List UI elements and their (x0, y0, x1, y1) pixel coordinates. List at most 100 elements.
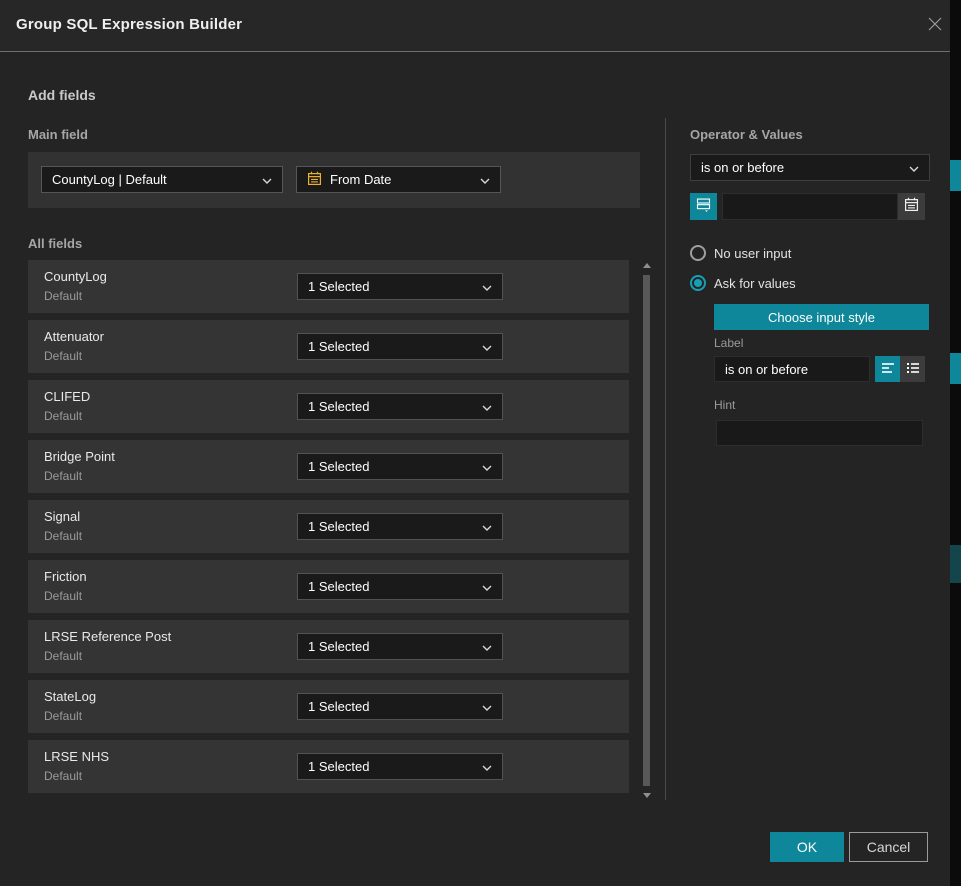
field-row: StateLog Default 1 Selected (28, 680, 629, 733)
field-subtitle: Default (44, 769, 82, 783)
radio-option[interactable]: No user input (690, 245, 940, 275)
chevron-down-icon (482, 279, 492, 294)
value-input[interactable] (722, 193, 898, 220)
field-row: Attenuator Default 1 Selected (28, 320, 629, 373)
choose-input-style-button[interactable]: Choose input style (714, 304, 929, 330)
field-subtitle: Default (44, 349, 82, 363)
field-row: Signal Default 1 Selected (28, 500, 629, 553)
ok-button[interactable]: OK (770, 832, 844, 862)
chevron-down-icon (482, 699, 492, 714)
close-button[interactable] (923, 14, 947, 38)
field-selected-value: 1 Selected (308, 759, 369, 774)
field-name: CLIFED (44, 389, 90, 404)
background-accent-segment (950, 353, 961, 384)
field-row: LRSE NHS Default 1 Selected (28, 740, 629, 793)
operator-values-heading: Operator & Values (690, 127, 803, 142)
chevron-down-icon (482, 579, 492, 594)
field-selected-dropdown[interactable]: 1 Selected (297, 453, 503, 480)
list-icon (906, 362, 920, 377)
field-subtitle: Default (44, 649, 82, 663)
group-sql-expression-builder-dialog: Group SQL Expression Builder Add fields … (0, 0, 950, 886)
field-selected-dropdown[interactable]: 1 Selected (297, 753, 503, 780)
field-row: Bridge Point Default 1 Selected (28, 440, 629, 493)
main-field-dropdown[interactable]: From Date (296, 166, 501, 193)
close-icon (926, 15, 944, 38)
field-selected-dropdown[interactable]: 1 Selected (297, 333, 503, 360)
add-fields-heading: Add fields (28, 87, 96, 103)
field-selected-dropdown[interactable]: 1 Selected (297, 633, 503, 660)
field-subtitle: Default (44, 409, 82, 423)
hint-input[interactable] (716, 420, 923, 446)
field-selected-value: 1 Selected (308, 459, 369, 474)
chevron-down-icon (482, 339, 492, 354)
field-selected-value: 1 Selected (308, 519, 369, 534)
calendar-icon (307, 171, 322, 189)
dialog-header: Group SQL Expression Builder (0, 0, 950, 52)
field-name: LRSE Reference Post (44, 629, 171, 644)
field-name: LRSE NHS (44, 749, 109, 764)
chevron-down-icon (482, 519, 492, 534)
field-selected-value: 1 Selected (308, 639, 369, 654)
field-subtitle: Default (44, 289, 82, 303)
chevron-down-icon (909, 160, 919, 175)
field-selected-value: 1 Selected (308, 579, 369, 594)
field-selected-dropdown[interactable]: 1 Selected (297, 573, 503, 600)
all-fields-list: CountyLog Default 1 Selected Attenuator … (28, 260, 629, 800)
field-selected-value: 1 Selected (308, 399, 369, 414)
main-layer-dropdown-value: CountyLog | Default (52, 172, 167, 187)
radio-option[interactable]: Ask for values (690, 275, 940, 305)
label-input[interactable] (714, 356, 870, 382)
field-selected-dropdown[interactable]: 1 Selected (297, 273, 503, 300)
field-selected-value: 1 Selected (308, 699, 369, 714)
field-name: StateLog (44, 689, 96, 704)
field-subtitle: Default (44, 709, 82, 723)
single-line-style-button[interactable] (875, 356, 900, 382)
field-subtitle: Default (44, 589, 82, 603)
field-name: Attenuator (44, 329, 104, 344)
date-picker-button[interactable] (898, 193, 925, 220)
panel-divider (665, 118, 666, 800)
user-input-radios: No user input Ask for values (690, 245, 940, 305)
fields-list-scrollbar (642, 263, 651, 798)
field-row: CLIFED Default 1 Selected (28, 380, 629, 433)
chevron-down-icon (480, 172, 490, 187)
calendar-icon (904, 197, 919, 217)
radio-label: Ask for values (714, 275, 796, 291)
scroll-down-icon[interactable] (643, 793, 651, 798)
field-row: CountyLog Default 1 Selected (28, 260, 629, 313)
radio-label: No user input (714, 245, 791, 261)
main-layer-dropdown[interactable]: CountyLog | Default (41, 166, 283, 193)
cancel-button[interactable]: Cancel (849, 832, 928, 862)
all-fields-heading: All fields (28, 236, 82, 251)
field-name: Signal (44, 509, 80, 524)
field-selected-value: 1 Selected (308, 339, 369, 354)
field-subtitle: Default (44, 529, 82, 543)
main-field-heading: Main field (28, 127, 88, 142)
main-field-panel: CountyLog | Default From Date (28, 152, 640, 208)
chevron-down-icon (482, 639, 492, 654)
radio-circle-icon (690, 275, 706, 291)
background-accent-segment (950, 160, 961, 191)
value-type-button[interactable] (690, 193, 717, 220)
chevron-down-icon (482, 459, 492, 474)
field-selected-dropdown[interactable]: 1 Selected (297, 513, 503, 540)
scroll-up-icon[interactable] (643, 263, 651, 268)
main-field-dropdown-value: From Date (330, 172, 391, 187)
chevron-down-icon (482, 399, 492, 414)
list-style-button[interactable] (900, 356, 925, 382)
hint-caption: Hint (714, 398, 735, 412)
align-left-icon (881, 362, 895, 377)
background-app-edge (950, 0, 961, 886)
field-selected-dropdown[interactable]: 1 Selected (297, 393, 503, 420)
operator-dropdown-value: is on or before (701, 160, 784, 175)
field-row: LRSE Reference Post Default 1 Selected (28, 620, 629, 673)
label-caption: Label (714, 336, 743, 350)
scrollbar-thumb[interactable] (643, 275, 650, 786)
field-selected-dropdown[interactable]: 1 Selected (297, 693, 503, 720)
radio-circle-icon (690, 245, 706, 261)
operator-dropdown[interactable]: is on or before (690, 154, 930, 181)
field-name: Friction (44, 569, 87, 584)
dialog-title: Group SQL Expression Builder (16, 16, 242, 33)
field-subtitle: Default (44, 469, 82, 483)
field-row: Friction Default 1 Selected (28, 560, 629, 613)
